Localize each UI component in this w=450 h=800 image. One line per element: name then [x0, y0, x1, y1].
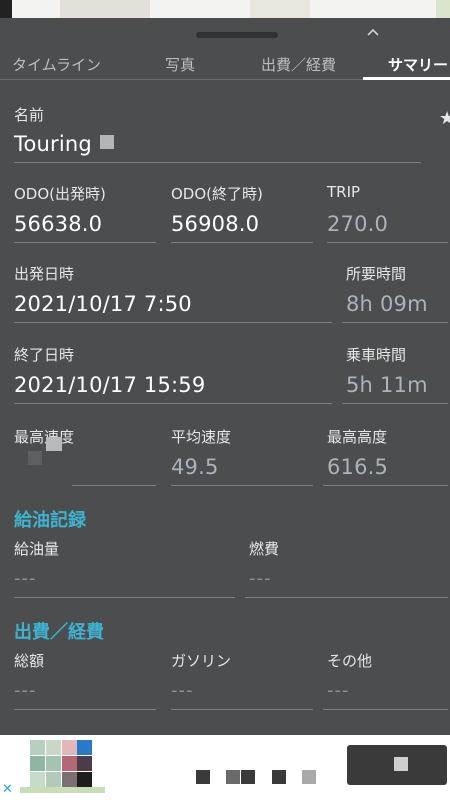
redacted-block	[28, 451, 42, 465]
tab-bar: タイムライン 写真 出費／経費 サマリー	[0, 48, 450, 80]
fuel-section-title: 給油記録	[14, 510, 86, 531]
trip-value: 270.0	[327, 212, 389, 236]
avg-speed-underline	[171, 485, 313, 486]
fuel-efficiency-underline	[245, 597, 448, 598]
name-label: 名前	[14, 106, 45, 124]
background-content-strip	[0, 0, 450, 18]
end-time-label: 終了日時	[14, 346, 75, 364]
avg-speed-value: 49.5	[171, 455, 219, 479]
fuel-amount-label: 給油量	[14, 540, 60, 558]
odo-end-underline	[171, 242, 313, 243]
star-icon[interactable]: ★	[439, 108, 450, 129]
tab-summary[interactable]: サマリー	[388, 54, 448, 75]
end-time-underline	[14, 403, 332, 404]
max-speed-underline	[72, 485, 156, 486]
gasoline-label: ガソリン	[171, 652, 232, 670]
riding-time-underline	[342, 403, 448, 404]
sheet-grabber[interactable]	[196, 32, 278, 38]
expense-total-underline	[14, 709, 156, 710]
departure-field[interactable]: 2021/10/17 7:50	[14, 292, 192, 316]
odo-end-label: ODO(終了時)	[171, 185, 263, 203]
ad-button-icon	[394, 757, 408, 771]
close-icon[interactable]: ✕	[2, 782, 13, 797]
required-time-label: 所要時間	[346, 265, 407, 283]
name-value: Touring	[14, 132, 92, 156]
fuel-efficiency-value: ---	[249, 568, 272, 589]
other-underline	[323, 709, 448, 710]
max-altitude-value: 616.5	[327, 455, 389, 479]
redacted-block	[46, 437, 62, 451]
trip-underline	[327, 242, 448, 243]
max-altitude-label: 最高高度	[327, 428, 388, 446]
gasoline-underline	[171, 709, 313, 710]
max-speed-label: 最高速度	[14, 428, 75, 446]
redacted-block	[99, 135, 114, 149]
tab-photos[interactable]: 写真	[165, 54, 195, 75]
end-time-field[interactable]: 2021/10/17 15:59	[14, 373, 205, 397]
max-altitude-underline	[323, 485, 448, 486]
expense-section-title: 出費／経費	[14, 622, 104, 643]
fuel-amount-field[interactable]: ---	[14, 568, 37, 589]
odo-start-underline	[14, 242, 156, 243]
active-tab-indicator	[363, 77, 450, 80]
trip-label: TRIP	[327, 183, 361, 201]
riding-time-value: 5h 11m	[346, 373, 428, 397]
expense-total-label: 総額	[14, 652, 45, 670]
chevron-up-icon[interactable]	[366, 26, 380, 40]
odo-start-field[interactable]: 56638.0	[14, 212, 102, 236]
name-field[interactable]: Touring	[14, 132, 114, 156]
odo-start-label: ODO(出発時)	[14, 185, 106, 203]
tab-expenses[interactable]: 出費／経費	[261, 54, 336, 75]
departure-label: 出発日時	[14, 265, 75, 283]
required-time-underline	[342, 322, 448, 323]
fuel-amount-underline	[14, 597, 235, 598]
gasoline-value: ---	[171, 680, 194, 701]
departure-underline	[14, 322, 332, 323]
expense-total-value: ---	[14, 680, 37, 701]
fuel-efficiency-label: 燃費	[249, 540, 280, 558]
avg-speed-label: 平均速度	[171, 428, 232, 446]
other-label: その他	[327, 652, 373, 670]
name-underline	[14, 162, 421, 163]
odo-end-field[interactable]: 56908.0	[171, 212, 259, 236]
required-time-value: 8h 09m	[346, 292, 428, 316]
other-value: ---	[327, 680, 350, 701]
tab-timeline[interactable]: タイムライン	[12, 54, 101, 75]
riding-time-label: 乗車時間	[346, 346, 407, 364]
